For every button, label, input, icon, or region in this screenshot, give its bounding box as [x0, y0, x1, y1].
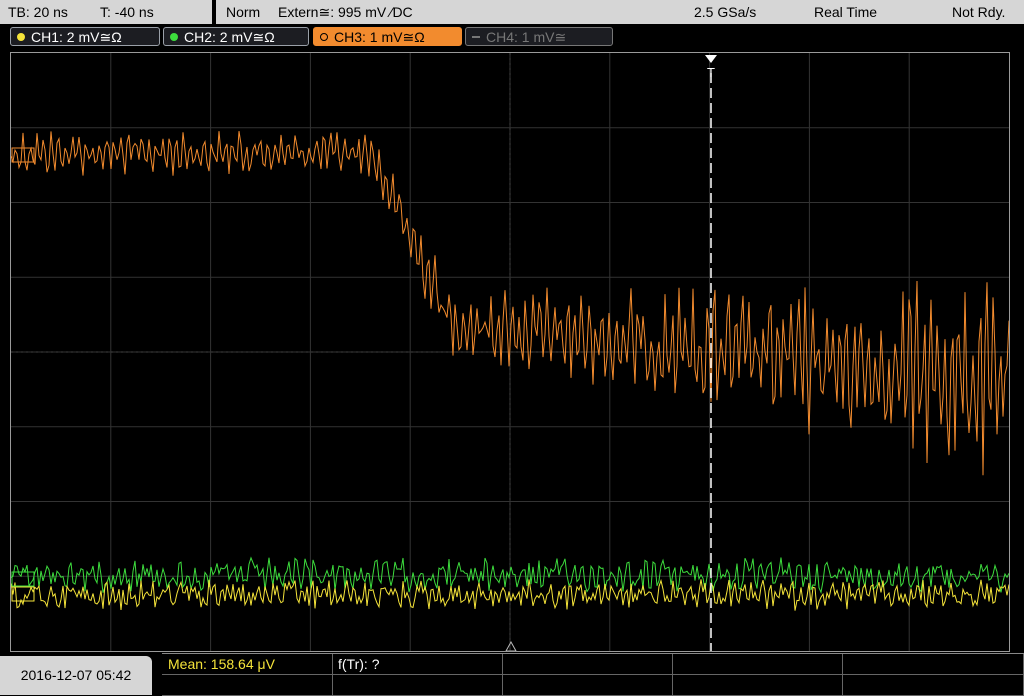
channel-2-button[interactable]: CH2: 2 mV≅Ω	[163, 27, 309, 46]
timebase-readout: TB: 20 ns	[8, 4, 68, 20]
trigger-position-icon[interactable]	[705, 55, 717, 63]
measurement-cell	[502, 675, 673, 696]
waveform-display[interactable]: T	[10, 52, 1010, 652]
trigger-marker-label: T	[707, 65, 715, 80]
waveform-canvas[interactable]: T	[10, 53, 1010, 652]
measurement-panel[interactable]: Mean: 158.64 μV f(Tr): ?	[162, 653, 1024, 696]
status-readout: Not Rdy.	[952, 4, 1006, 20]
date-time-display: 2016-12-07 05:42	[0, 656, 152, 695]
acquisition-panel[interactable]: Norm Extern≅: 995 mV ∕DC 2.5 GSa/s Real …	[216, 0, 1024, 24]
measurement-cell	[162, 675, 333, 696]
channel-bar: CH1: 2 mV≅Ω CH2: 2 mV≅Ω CH3: 1 mV≅Ω CH4:…	[0, 24, 1024, 50]
trigger-level-marker-icon	[505, 640, 517, 652]
channel-4-button[interactable]: CH4: 1 mV≅	[465, 27, 613, 46]
measurement-cell	[332, 675, 503, 696]
measurement-cell	[672, 675, 843, 696]
channel-1-button[interactable]: CH1: 2 mV≅Ω	[10, 27, 160, 46]
channel-3-indicator-icon	[320, 33, 328, 41]
channel-2-label: CH2: 2 mV≅Ω	[184, 29, 275, 45]
measurement-cell	[502, 654, 673, 675]
channel-1-indicator-icon	[17, 33, 25, 41]
measurement-cell	[842, 675, 1024, 696]
sample-rate: 2.5 GSa/s	[694, 4, 757, 20]
rise-frequency-measurement[interactable]: f(Tr): ?	[338, 654, 379, 674]
top-status-bar: TB: 20 ns T: -40 ns Norm Extern≅: 995 mV…	[0, 0, 1024, 24]
trigger-mode: Norm	[226, 4, 261, 20]
channel-4-indicator-icon	[472, 36, 480, 38]
channel-4-label: CH4: 1 mV≅	[486, 29, 567, 45]
channel-1-label: CH1: 2 mV≅Ω	[31, 29, 122, 45]
timebase-panel[interactable]: TB: 20 ns T: -40 ns	[0, 0, 212, 24]
channel-3-label: CH3: 1 mV≅Ω	[334, 29, 425, 45]
measurement-cell	[672, 654, 843, 675]
acquisition-mode: Real Time	[814, 4, 878, 20]
trigger-source: Extern≅: 995 mV ∕DC	[278, 4, 413, 20]
channel-3-button[interactable]: CH3: 1 mV≅Ω	[313, 27, 462, 46]
measurement-cell	[842, 654, 1024, 675]
trigger-time-readout: T: -40 ns	[100, 4, 154, 20]
mean-measurement[interactable]: Mean: 158.64 μV	[168, 654, 275, 674]
channel-2-indicator-icon	[170, 33, 178, 41]
